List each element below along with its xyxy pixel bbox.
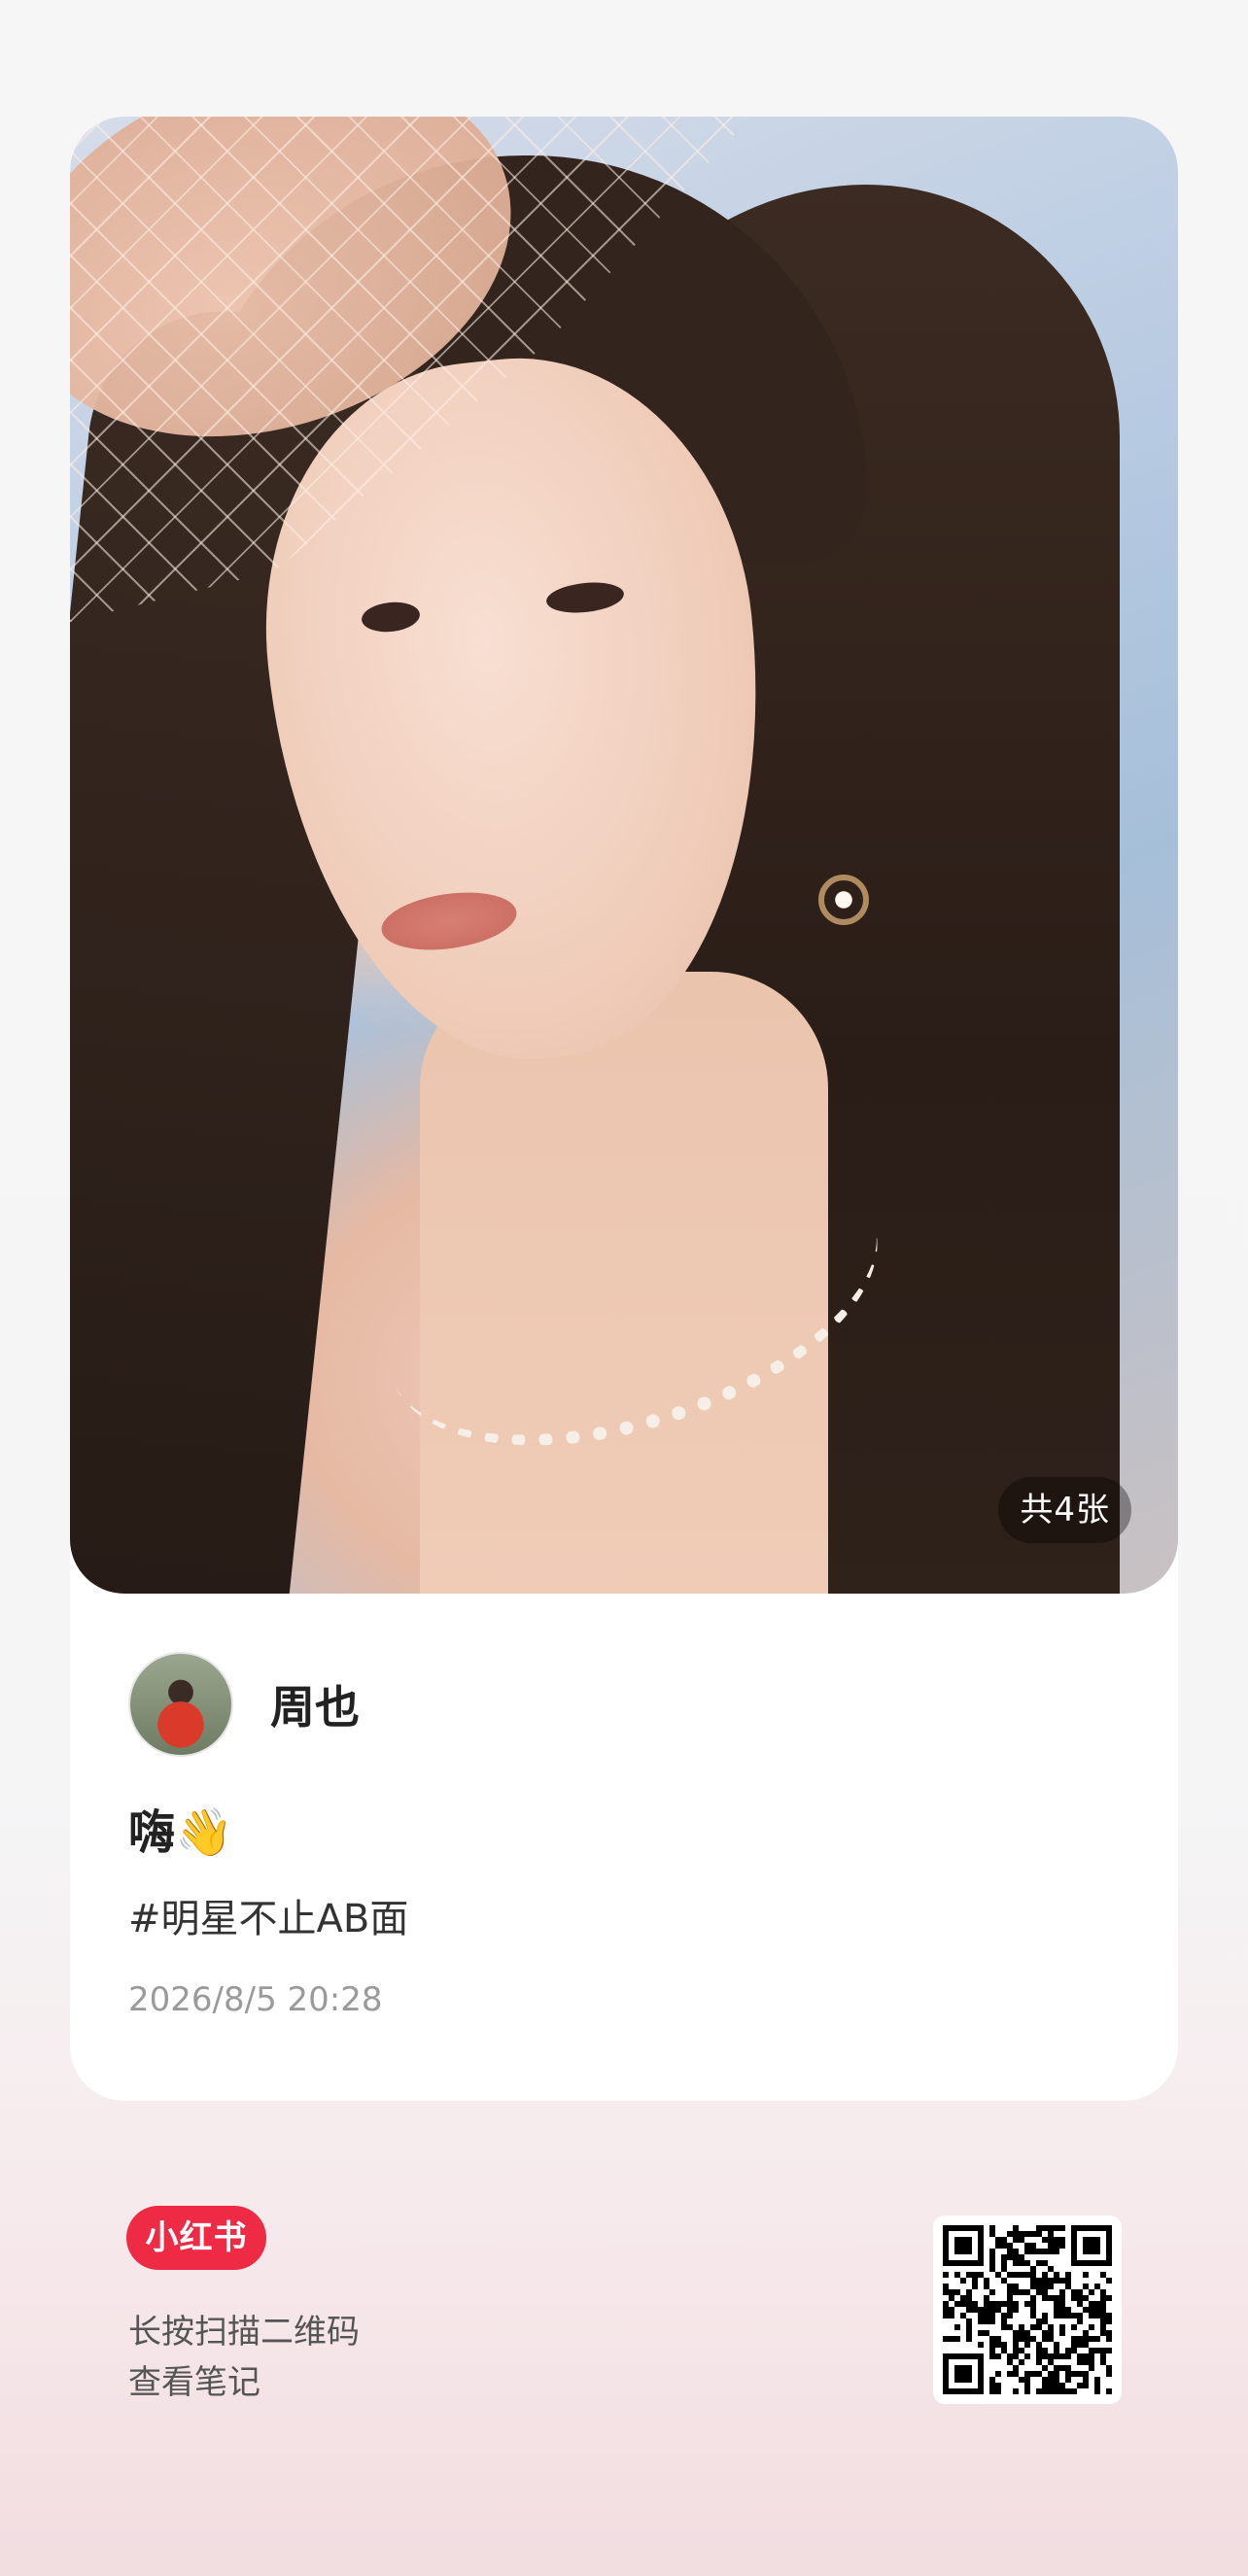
avatar[interactable] bbox=[128, 1652, 233, 1757]
qr-code[interactable] bbox=[933, 2215, 1122, 2404]
scan-hint-line1: 长按扫描二维码 bbox=[128, 2313, 360, 2352]
author-row[interactable]: 周也 bbox=[128, 1652, 360, 1757]
scan-hint: 长按扫描二维码 查看笔记 bbox=[128, 2307, 360, 2408]
note-card[interactable]: 共4张 周也 嗨👋 #明星不止AB面 2026/8/5 20:28 bbox=[70, 117, 1178, 2101]
post-hashtag[interactable]: #明星不止AB面 bbox=[128, 1887, 408, 1943]
brand-logo: 小红书 bbox=[126, 2206, 266, 2270]
post-title: 嗨👋 bbox=[128, 1805, 233, 1860]
post-date: 2026/8/5 20:28 bbox=[128, 1980, 383, 2019]
post-photo[interactable]: 共4张 bbox=[70, 117, 1178, 1594]
scan-hint-line2: 查看笔记 bbox=[128, 2363, 260, 2402]
qr-code-icon bbox=[943, 2225, 1112, 2394]
author-name[interactable]: 周也 bbox=[270, 1672, 360, 1736]
image-count-badge: 共4张 bbox=[998, 1477, 1131, 1543]
photo-earring bbox=[818, 875, 869, 925]
